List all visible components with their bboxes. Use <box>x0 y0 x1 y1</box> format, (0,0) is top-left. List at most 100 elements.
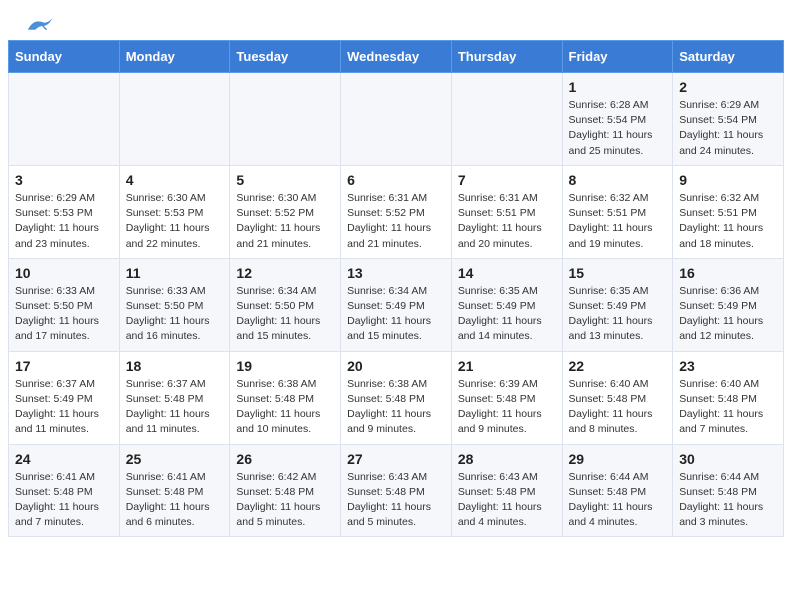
calendar-cell: 14Sunrise: 6:35 AM Sunset: 5:49 PM Dayli… <box>451 258 562 351</box>
day-number: 20 <box>347 358 445 374</box>
calendar-cell: 19 Sunrise: 6:38 AM Sunset: 5:48 PM Dayli… <box>230 351 341 444</box>
calendar-table: SundayMondayTuesdayWednesdayThursdayFrid… <box>8 40 784 537</box>
day-info: Sunrise: 6:31 AM Sunset: 5:51 PM Dayligh… <box>458 191 556 252</box>
day-info: Sunrise: 6:44 AM Sunset: 5:48 PM Dayligh… <box>569 470 667 531</box>
day-number: 6 <box>347 172 445 188</box>
day-number: 9 <box>679 172 777 188</box>
day-number: 22 <box>569 358 667 374</box>
logo-bird-icon <box>26 16 54 36</box>
calendar-cell: 23 Sunrise: 6:40 AM Sunset: 5:48 PM Dayli… <box>673 351 784 444</box>
calendar-cell: 15 Sunrise: 6:35 AM Sunset: 5:49 PM Dayli… <box>562 258 673 351</box>
calendar-week-row: 3Sunrise: 6:29 AM Sunset: 5:53 PM Daylig… <box>9 165 784 258</box>
day-number: 25 <box>126 451 224 467</box>
day-info: Sunrise: 6:33 AM Sunset: 5:50 PM Dayligh… <box>126 284 224 345</box>
day-info: Sunrise: 6:40 AM Sunset: 5:48 PM Dayligh… <box>569 377 667 438</box>
day-number: 11 <box>126 265 224 281</box>
day-info: Sunrise: 6:33 AM Sunset: 5:50 PM Dayligh… <box>15 284 113 345</box>
day-number: 18 <box>126 358 224 374</box>
day-info: Sunrise: 6:29 AM Sunset: 5:53 PM Dayligh… <box>15 191 113 252</box>
day-info: Sunrise: 6:32 AM Sunset: 5:51 PM Dayligh… <box>569 191 667 252</box>
day-number: 12 <box>236 265 334 281</box>
weekday-header-friday: Friday <box>562 41 673 73</box>
calendar-cell: 6 Sunrise: 6:31 AM Sunset: 5:52 PM Daylig… <box>341 165 452 258</box>
day-info: Sunrise: 6:41 AM Sunset: 5:48 PM Dayligh… <box>15 470 113 531</box>
day-number: 17 <box>15 358 113 374</box>
day-number: 7 <box>458 172 556 188</box>
calendar-cell: 2 Sunrise: 6:29 AM Sunset: 5:54 PM Daylig… <box>673 73 784 166</box>
day-number: 2 <box>679 79 777 95</box>
day-info: Sunrise: 6:37 AM Sunset: 5:49 PM Dayligh… <box>15 377 113 438</box>
calendar-cell <box>119 73 230 166</box>
calendar-cell: 21 Sunrise: 6:39 AM Sunset: 5:48 PM Dayli… <box>451 351 562 444</box>
day-info: Sunrise: 6:40 AM Sunset: 5:48 PM Dayligh… <box>679 377 777 438</box>
calendar-cell: 30Sunrise: 6:44 AM Sunset: 5:48 PM Dayli… <box>673 444 784 537</box>
day-info: Sunrise: 6:41 AM Sunset: 5:48 PM Dayligh… <box>126 470 224 531</box>
calendar-cell <box>451 73 562 166</box>
calendar-week-row: 1Sunrise: 6:28 AM Sunset: 5:54 PM Daylig… <box>9 73 784 166</box>
calendar-cell: 22 Sunrise: 6:40 AM Sunset: 5:48 PM Dayli… <box>562 351 673 444</box>
calendar-week-row: 24Sunrise: 6:41 AM Sunset: 5:48 PM Dayli… <box>9 444 784 537</box>
weekday-header-saturday: Saturday <box>673 41 784 73</box>
calendar-cell <box>9 73 120 166</box>
weekday-header-sunday: Sunday <box>9 41 120 73</box>
day-info: Sunrise: 6:34 AM Sunset: 5:50 PM Dayligh… <box>236 284 334 345</box>
day-info: Sunrise: 6:30 AM Sunset: 5:53 PM Dayligh… <box>126 191 224 252</box>
day-info: Sunrise: 6:36 AM Sunset: 5:49 PM Dayligh… <box>679 284 777 345</box>
day-number: 28 <box>458 451 556 467</box>
calendar-cell: 25 Sunrise: 6:41 AM Sunset: 5:48 PM Dayli… <box>119 444 230 537</box>
weekday-header-wednesday: Wednesday <box>341 41 452 73</box>
day-info: Sunrise: 6:35 AM Sunset: 5:49 PM Dayligh… <box>458 284 556 345</box>
page-header <box>0 0 792 40</box>
day-number: 15 <box>569 265 667 281</box>
day-number: 10 <box>15 265 113 281</box>
day-number: 19 <box>236 358 334 374</box>
calendar-cell: 16Sunrise: 6:36 AM Sunset: 5:49 PM Dayli… <box>673 258 784 351</box>
calendar-cell: 18 Sunrise: 6:37 AM Sunset: 5:48 PM Dayli… <box>119 351 230 444</box>
day-info: Sunrise: 6:34 AM Sunset: 5:49 PM Dayligh… <box>347 284 445 345</box>
calendar-cell <box>341 73 452 166</box>
calendar-wrapper: SundayMondayTuesdayWednesdayThursdayFrid… <box>0 40 792 545</box>
day-number: 23 <box>679 358 777 374</box>
day-info: Sunrise: 6:29 AM Sunset: 5:54 PM Dayligh… <box>679 98 777 159</box>
calendar-cell: 1Sunrise: 6:28 AM Sunset: 5:54 PM Daylig… <box>562 73 673 166</box>
calendar-cell: 9 Sunrise: 6:32 AM Sunset: 5:51 PM Daylig… <box>673 165 784 258</box>
day-info: Sunrise: 6:31 AM Sunset: 5:52 PM Dayligh… <box>347 191 445 252</box>
day-info: Sunrise: 6:38 AM Sunset: 5:48 PM Dayligh… <box>236 377 334 438</box>
logo <box>24 16 54 36</box>
calendar-cell: 29Sunrise: 6:44 AM Sunset: 5:48 PM Dayli… <box>562 444 673 537</box>
weekday-header-tuesday: Tuesday <box>230 41 341 73</box>
day-info: Sunrise: 6:43 AM Sunset: 5:48 PM Dayligh… <box>458 470 556 531</box>
calendar-cell: 8 Sunrise: 6:32 AM Sunset: 5:51 PM Daylig… <box>562 165 673 258</box>
calendar-cell: 17 Sunrise: 6:37 AM Sunset: 5:49 PM Dayli… <box>9 351 120 444</box>
day-number: 21 <box>458 358 556 374</box>
day-info: Sunrise: 6:28 AM Sunset: 5:54 PM Dayligh… <box>569 98 667 159</box>
calendar-cell: 24Sunrise: 6:41 AM Sunset: 5:48 PM Dayli… <box>9 444 120 537</box>
day-number: 27 <box>347 451 445 467</box>
calendar-cell: 20 Sunrise: 6:38 AM Sunset: 5:48 PM Dayli… <box>341 351 452 444</box>
calendar-cell: 26Sunrise: 6:42 AM Sunset: 5:48 PM Dayli… <box>230 444 341 537</box>
day-number: 8 <box>569 172 667 188</box>
day-info: Sunrise: 6:32 AM Sunset: 5:51 PM Dayligh… <box>679 191 777 252</box>
calendar-cell: 28 Sunrise: 6:43 AM Sunset: 5:48 PM Dayli… <box>451 444 562 537</box>
day-info: Sunrise: 6:43 AM Sunset: 5:48 PM Dayligh… <box>347 470 445 531</box>
calendar-cell: 3Sunrise: 6:29 AM Sunset: 5:53 PM Daylig… <box>9 165 120 258</box>
calendar-cell: 27 Sunrise: 6:43 AM Sunset: 5:48 PM Dayli… <box>341 444 452 537</box>
day-number: 13 <box>347 265 445 281</box>
calendar-cell: 5Sunrise: 6:30 AM Sunset: 5:52 PM Daylig… <box>230 165 341 258</box>
calendar-cell: 7 Sunrise: 6:31 AM Sunset: 5:51 PM Daylig… <box>451 165 562 258</box>
calendar-cell: 4 Sunrise: 6:30 AM Sunset: 5:53 PM Daylig… <box>119 165 230 258</box>
weekday-header-monday: Monday <box>119 41 230 73</box>
day-info: Sunrise: 6:38 AM Sunset: 5:48 PM Dayligh… <box>347 377 445 438</box>
day-info: Sunrise: 6:39 AM Sunset: 5:48 PM Dayligh… <box>458 377 556 438</box>
day-info: Sunrise: 6:35 AM Sunset: 5:49 PM Dayligh… <box>569 284 667 345</box>
day-info: Sunrise: 6:44 AM Sunset: 5:48 PM Dayligh… <box>679 470 777 531</box>
weekday-header-row: SundayMondayTuesdayWednesdayThursdayFrid… <box>9 41 784 73</box>
calendar-week-row: 17 Sunrise: 6:37 AM Sunset: 5:49 PM Dayli… <box>9 351 784 444</box>
day-number: 4 <box>126 172 224 188</box>
day-info: Sunrise: 6:37 AM Sunset: 5:48 PM Dayligh… <box>126 377 224 438</box>
day-number: 26 <box>236 451 334 467</box>
day-info: Sunrise: 6:30 AM Sunset: 5:52 PM Dayligh… <box>236 191 334 252</box>
calendar-cell: 10 Sunrise: 6:33 AM Sunset: 5:50 PM Dayli… <box>9 258 120 351</box>
calendar-week-row: 10 Sunrise: 6:33 AM Sunset: 5:50 PM Dayli… <box>9 258 784 351</box>
calendar-cell <box>230 73 341 166</box>
